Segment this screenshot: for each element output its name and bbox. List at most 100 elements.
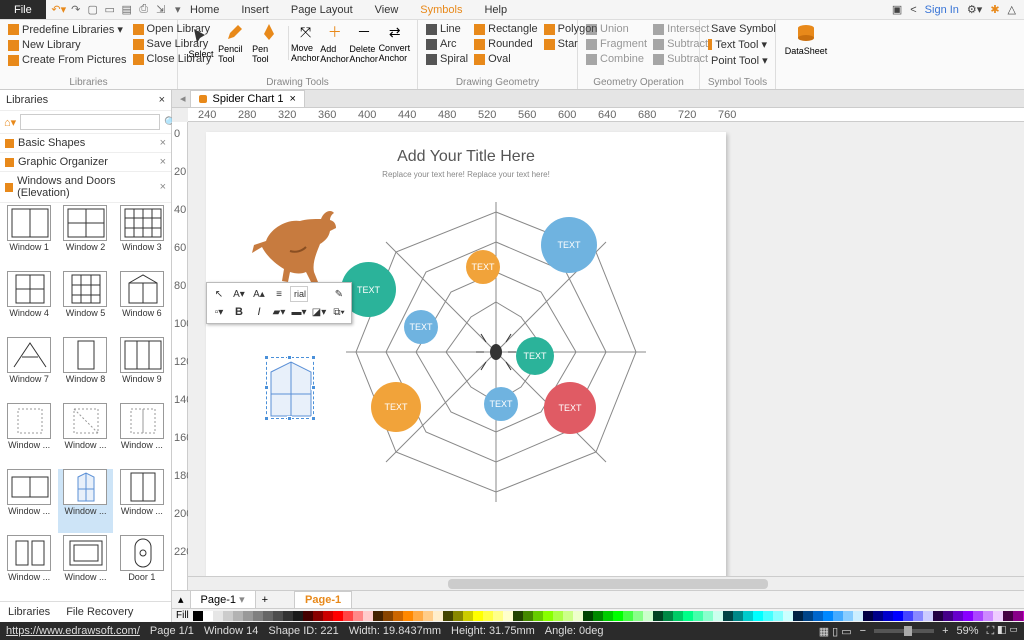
swatch[interactable] — [553, 611, 563, 621]
bubble-4[interactable]: TEXT — [404, 310, 438, 344]
swatch[interactable] — [963, 611, 973, 621]
chart-subtitle[interactable]: Replace your text here! Replace your tex… — [206, 170, 726, 179]
swatch[interactable] — [193, 611, 203, 621]
open-icon[interactable]: ▭ — [103, 3, 117, 17]
page-tab-1[interactable]: Page-1 ▾ — [190, 590, 256, 609]
pages-menu[interactable]: ▴ — [172, 593, 190, 606]
save-symbol[interactable]: Save Symbol — [706, 22, 769, 36]
menu-home[interactable]: Home — [190, 4, 219, 16]
swatch[interactable] — [253, 611, 263, 621]
close-tab-icon[interactable]: × — [289, 93, 295, 105]
redo-icon[interactable]: ↷ — [69, 3, 83, 17]
tab-libraries[interactable]: Libraries — [0, 602, 58, 622]
library-search-input[interactable] — [20, 114, 160, 130]
geom-rounded[interactable]: Rounded — [472, 37, 540, 51]
swatch[interactable] — [783, 611, 793, 621]
swatch[interactable] — [353, 611, 363, 621]
ft-font-input[interactable]: rial — [290, 286, 308, 302]
swatch[interactable] — [413, 611, 423, 621]
swatch[interactable] — [483, 611, 493, 621]
swatch[interactable] — [813, 611, 823, 621]
shape-window-1[interactable]: Window 1 — [2, 205, 56, 269]
swatch[interactable] — [723, 611, 733, 621]
scrollbar-horizontal[interactable] — [188, 576, 1024, 590]
ft-format-painter[interactable]: ✎ — [330, 286, 348, 302]
pencil-tool[interactable]: Pencil Tool — [218, 22, 252, 64]
shape-window-[interactable]: Window ... — [58, 403, 112, 467]
bubble-5[interactable]: TEXT — [516, 337, 554, 375]
share-icon[interactable]: < — [910, 4, 916, 16]
text-tool[interactable]: Text Tool▾ — [706, 37, 769, 52]
shape-window-7[interactable]: Window 7 — [2, 337, 56, 401]
swatch[interactable] — [453, 611, 463, 621]
geom-arc[interactable]: Arc — [424, 37, 470, 51]
lib-graphic-organizer[interactable]: Graphic Organizer× — [0, 153, 171, 172]
swatch[interactable] — [853, 611, 863, 621]
swatch[interactable] — [403, 611, 413, 621]
swatch[interactable] — [273, 611, 283, 621]
swatch[interactable] — [443, 611, 453, 621]
lib-basic-shapes[interactable]: Basic Shapes× — [0, 134, 171, 153]
swatch[interactable] — [713, 611, 723, 621]
swatch[interactable] — [563, 611, 573, 621]
bubble-6[interactable]: TEXT — [484, 387, 518, 421]
bubble-2[interactable]: TEXT — [466, 250, 500, 284]
menu-help[interactable]: Help — [484, 4, 507, 16]
swatch[interactable] — [363, 611, 373, 621]
convert-anchor[interactable]: ⇄Convert Anchor — [379, 22, 411, 64]
swatch[interactable] — [503, 611, 513, 621]
swatch[interactable] — [1003, 611, 1013, 621]
page-tab-active[interactable]: Page-1 — [294, 591, 352, 609]
swatch[interactable] — [763, 611, 773, 621]
swatch[interactable] — [523, 611, 533, 621]
shape-window-[interactable]: Window ... — [2, 469, 56, 533]
ft-arrange[interactable]: ⧉▾ — [330, 304, 348, 320]
swatch[interactable] — [533, 611, 543, 621]
swatch[interactable] — [663, 611, 673, 621]
swatch[interactable] — [923, 611, 933, 621]
shape-window-[interactable]: Window ... — [115, 403, 169, 467]
swatch[interactable] — [343, 611, 353, 621]
lib-windows-doors[interactable]: Windows and Doors (Elevation)× — [0, 172, 171, 203]
swatch[interactable] — [323, 611, 333, 621]
swatch[interactable] — [313, 611, 323, 621]
swatch[interactable] — [743, 611, 753, 621]
sign-in-link[interactable]: Sign In — [925, 4, 959, 16]
swatch[interactable] — [493, 611, 503, 621]
add-page[interactable]: + — [256, 594, 274, 606]
home-icon[interactable]: ⌂▾ — [4, 116, 16, 129]
swatch[interactable] — [383, 611, 393, 621]
swatch[interactable] — [213, 611, 223, 621]
ft-shadow[interactable]: ◪▾ — [310, 304, 328, 320]
shape-window-2[interactable]: Window 2 — [58, 205, 112, 269]
file-menu[interactable]: File — [0, 0, 46, 20]
swatch[interactable] — [233, 611, 243, 621]
swatch[interactable] — [263, 611, 273, 621]
print-icon[interactable]: ⎙ — [137, 3, 151, 17]
close-panel-icon[interactable]: × — [159, 94, 165, 106]
swatch[interactable] — [983, 611, 993, 621]
shape-window-6[interactable]: Window 6 — [115, 271, 169, 335]
swatch[interactable] — [583, 611, 593, 621]
geom-oval[interactable]: Oval — [472, 52, 540, 66]
shape-window-3[interactable]: Window 3 — [115, 205, 169, 269]
predefine-libraries[interactable]: Predefine Libraries▾ — [6, 22, 129, 37]
swatch[interactable] — [463, 611, 473, 621]
view-mode-icon[interactable]: ▦ ▯ ▭ — [819, 625, 852, 638]
pen-tool[interactable]: Pen Tool — [252, 22, 286, 64]
shape-window-[interactable]: Window ... — [2, 535, 56, 599]
ft-fill[interactable]: ▰▾ — [270, 304, 288, 320]
point-tool[interactable]: Point Tool▾ — [706, 53, 769, 68]
create-from-pictures[interactable]: Create From Pictures — [6, 53, 129, 67]
swatch[interactable] — [613, 611, 623, 621]
geom-spiral[interactable]: Spiral — [424, 52, 470, 66]
swatch[interactable] — [943, 611, 953, 621]
swatch[interactable] — [683, 611, 693, 621]
swatch[interactable] — [703, 611, 713, 621]
save-icon[interactable]: ▤ — [120, 3, 134, 17]
gear-icon[interactable]: ⚙▾ — [967, 3, 982, 16]
swatch[interactable] — [793, 611, 803, 621]
geom-line[interactable]: Line — [424, 22, 470, 36]
menu-symbols[interactable]: Symbols — [420, 4, 462, 16]
menu-pagelayout[interactable]: Page Layout — [291, 4, 353, 16]
